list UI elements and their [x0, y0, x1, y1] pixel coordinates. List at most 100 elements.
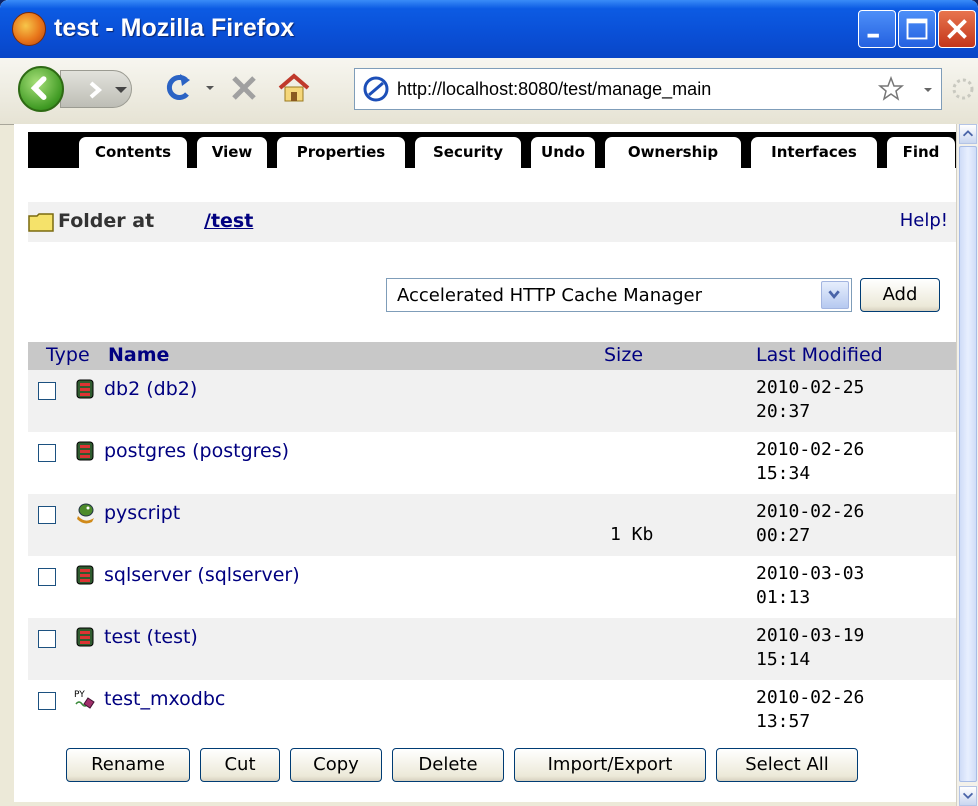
modified-time: 15:34 — [756, 463, 811, 484]
row-checkbox[interactable] — [38, 382, 56, 400]
python-script-icon — [77, 503, 94, 524]
row-checkbox[interactable] — [38, 630, 56, 648]
url-text[interactable]: http://localhost:8080/test/manage_main — [397, 79, 711, 100]
stop-icon[interactable] — [224, 68, 264, 108]
chevron-down-icon — [962, 792, 974, 800]
table-row: sqlserver (sqlserver) 2010-03-03 01:13 — [28, 556, 956, 618]
modified-date: 2010-02-26 — [756, 687, 865, 708]
firefox-logo-icon — [12, 12, 46, 46]
select-all-button[interactable]: Select All — [716, 748, 858, 782]
python-method-icon: PY — [74, 690, 95, 709]
object-modified: 2010-03-19 15:14 — [756, 624, 946, 672]
delete-button[interactable]: Delete — [392, 748, 504, 782]
tab-view[interactable]: View — [196, 136, 268, 168]
object-modified: 2010-02-25 20:37 — [756, 376, 946, 424]
help-link[interactable]: Help! — [900, 210, 948, 231]
table-row: pyscript 1 Kb 2010-02-26 00:27 — [28, 494, 956, 556]
modified-date: 2010-02-25 — [756, 377, 865, 398]
column-size-header[interactable]: Size — [604, 344, 643, 366]
back-forward-group — [18, 66, 148, 112]
close-button[interactable] — [938, 10, 976, 48]
tab-undo[interactable]: Undo — [530, 136, 596, 168]
object-link[interactable]: sqlserver (sqlserver) — [104, 564, 300, 586]
table-header: Type Name Size Last Modified — [28, 342, 956, 370]
site-icon — [363, 76, 389, 102]
cut-button[interactable]: Cut — [200, 748, 280, 782]
row-checkbox[interactable] — [38, 692, 56, 710]
navigation-toolbar: http://localhost:8080/test/manage_main — [0, 58, 978, 125]
row-checkbox[interactable] — [38, 568, 56, 586]
modified-time: 01:13 — [756, 587, 811, 608]
column-type-header[interactable]: Type — [46, 344, 90, 366]
tab-ownership[interactable]: Ownership — [604, 136, 742, 168]
history-dropdown-icon[interactable] — [202, 68, 218, 108]
row-checkbox[interactable] — [38, 444, 56, 462]
bookmark-star-icon[interactable] — [877, 75, 905, 103]
home-icon[interactable] — [274, 68, 314, 108]
select-dropdown-button[interactable] — [821, 281, 849, 309]
chevron-down-icon — [828, 290, 840, 300]
row-checkbox[interactable] — [38, 506, 56, 524]
tab-security[interactable]: Security — [414, 136, 522, 168]
back-icon — [30, 76, 47, 100]
title-bar: test - Mozilla Firefox — [0, 0, 978, 58]
table-row: test (test) 2010-03-19 15:14 — [28, 618, 956, 680]
object-link[interactable]: postgres (postgres) — [104, 440, 289, 462]
tab-contents[interactable]: Contents — [78, 136, 188, 168]
minimize-button[interactable] — [858, 10, 896, 48]
tab-strip: Contents View Properties Security Undo O… — [28, 132, 956, 168]
modified-time: 13:57 — [756, 711, 811, 732]
database-icon — [76, 627, 94, 647]
scroll-down-button[interactable] — [959, 786, 977, 806]
scroll-up-button[interactable] — [959, 124, 977, 144]
object-modified: 2010-02-26 00:27 — [756, 500, 946, 548]
window-title: test - Mozilla Firefox — [54, 14, 295, 42]
add-object-selected: Accelerated HTTP Cache Manager — [397, 285, 703, 306]
throbber-icon — [952, 78, 974, 100]
modified-time: 00:27 — [756, 525, 811, 546]
vertical-scrollbar[interactable] — [956, 124, 978, 806]
svg-text:PY: PY — [74, 690, 85, 700]
scroll-thumb[interactable] — [959, 146, 977, 782]
modified-time: 20:37 — [756, 401, 811, 422]
object-size: 1 Kb — [610, 524, 654, 545]
folder-path-link[interactable]: /test — [204, 210, 253, 232]
chevron-up-icon — [962, 130, 974, 137]
rename-button[interactable]: Rename — [66, 748, 190, 782]
reload-icon[interactable] — [160, 68, 194, 108]
object-link[interactable]: db2 (db2) — [104, 378, 197, 400]
modified-date: 2010-03-03 — [756, 563, 865, 584]
add-button[interactable]: Add — [860, 278, 940, 312]
object-modified: 2010-03-03 01:13 — [756, 562, 946, 610]
tab-interfaces[interactable]: Interfaces — [750, 136, 878, 168]
import-export-button[interactable]: Import/Export — [514, 748, 706, 782]
folder-header: Folder at /test Help! — [28, 202, 956, 242]
modified-time: 15:14 — [756, 649, 811, 670]
table-row: db2 (db2) 2010-02-25 20:37 — [28, 370, 956, 432]
object-modified: 2010-02-26 13:57 — [756, 686, 946, 734]
browser-window: test - Mozilla Firefox http://localhost:… — [0, 0, 978, 806]
table-row: PY test_mxodbc 2010-02-26 13:57 — [28, 680, 956, 742]
tab-properties[interactable]: Properties — [276, 136, 406, 168]
database-icon — [76, 379, 94, 399]
maximize-button[interactable] — [898, 10, 936, 48]
object-link[interactable]: pyscript — [104, 502, 180, 524]
copy-button[interactable]: Copy — [290, 748, 382, 782]
table-row: postgres (postgres) 2010-02-26 15:34 — [28, 432, 956, 494]
page-content: Contents View Properties Security Undo O… — [14, 124, 956, 802]
minimize-icon — [867, 33, 879, 38]
object-link[interactable]: test_mxodbc — [104, 688, 225, 710]
back-button[interactable] — [18, 66, 64, 112]
address-bar[interactable]: http://localhost:8080/test/manage_main — [354, 68, 942, 110]
database-icon — [76, 441, 94, 461]
forward-button[interactable] — [60, 70, 132, 108]
modified-date: 2010-03-19 — [756, 625, 865, 646]
maximize-icon — [906, 18, 928, 40]
add-object-select[interactable]: Accelerated HTTP Cache Manager — [386, 278, 852, 312]
tab-find[interactable]: Find — [886, 136, 956, 168]
modified-date: 2010-02-26 — [756, 501, 865, 522]
url-dropdown-icon[interactable] — [923, 85, 933, 95]
object-link[interactable]: test (test) — [104, 626, 198, 648]
column-modified-header[interactable]: Last Modified — [756, 344, 883, 366]
column-name-header[interactable]: Name — [108, 344, 169, 366]
